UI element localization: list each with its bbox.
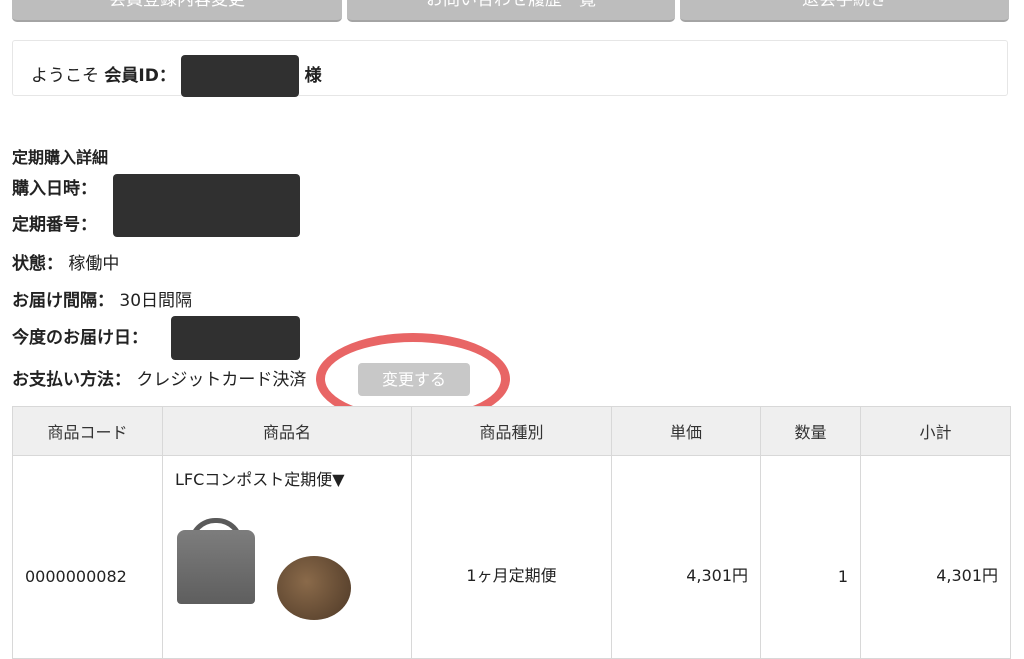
table-row: 0000000082 LFCコンポスト定期便▼ 1ヶ月定期便 4,301円 1 … <box>12 455 1011 659</box>
welcome-prefix: ようこそ <box>31 66 99 86</box>
product-type: 1ヶ月定期便 <box>466 566 557 585</box>
interval-label: お届け間隔： <box>12 291 114 311</box>
cell-unit-price: 4,301円 <box>611 455 761 659</box>
welcome-suffix: 様 <box>304 66 322 86</box>
items-table: 商品コード 商品名 商品種別 単価 数量 小計 0000000082 LFCコン… <box>12 406 1011 659</box>
status-row: 状態： 稼働中 <box>12 252 119 276</box>
order-number-label: 定期番号： <box>12 215 97 235</box>
header-product-name: 商品名 <box>162 406 412 456</box>
next-delivery-label: 今度のお届け日： <box>12 328 148 348</box>
purchase-date-row: 購入日時： <box>12 177 97 201</box>
nav-withdraw-button[interactable]: 退会手続き <box>680 0 1009 22</box>
tote-bag-image <box>177 530 255 604</box>
header-unit-price: 単価 <box>611 406 761 456</box>
payment-row: お支払い方法： クレジットカード決済 <box>12 368 306 392</box>
welcome-text: ようこそ 会員ID： 様 <box>31 55 322 97</box>
member-id-label: 会員ID： <box>104 66 176 86</box>
section-title: 定期購入詳細 <box>12 148 109 167</box>
subtotal: 4,301円 <box>936 566 998 585</box>
header-product-type: 商品種別 <box>411 406 612 456</box>
unit-price: 4,301円 <box>686 566 748 585</box>
cell-subtotal: 4,301円 <box>860 455 1011 659</box>
status-label: 状態： <box>12 254 63 274</box>
cell-product-type: 1ヶ月定期便 <box>411 455 612 659</box>
next-delivery-redaction <box>171 316 300 360</box>
table-header-row: 商品コード 商品名 商品種別 単価 数量 小計 <box>12 406 1011 456</box>
header-subtotal: 小計 <box>860 406 1011 456</box>
nav-member-edit-button[interactable]: 会員登録内容変更 <box>12 0 342 22</box>
payment-value: クレジットカード決済 <box>136 370 307 390</box>
cell-product-name: LFCコンポスト定期便▼ <box>162 455 412 659</box>
date-order-redaction <box>113 174 300 237</box>
interval-value: 30日間隔 <box>119 291 193 311</box>
purchase-date-label: 購入日時： <box>12 179 97 199</box>
quantity: 1 <box>837 567 848 586</box>
interval-row: お届け間隔： 30日間隔 <box>12 289 192 313</box>
next-delivery-row: 今度のお届け日： <box>12 326 148 350</box>
change-payment-button[interactable]: 変更する <box>358 363 470 396</box>
order-number-row: 定期番号： <box>12 213 97 237</box>
welcome-box: ようこそ 会員ID： 様 <box>12 40 1008 97</box>
header-quantity: 数量 <box>760 406 861 456</box>
top-navigation: 会員登録内容変更 お問い合わせ履歴一覧 退会手続き <box>12 0 1010 22</box>
member-id-redaction <box>181 55 300 97</box>
dog-image <box>277 556 351 620</box>
product-name-link[interactable]: LFCコンポスト定期便▼ <box>175 466 345 490</box>
payment-label: お支払い方法： <box>12 370 131 390</box>
product-code: 0000000082 <box>25 567 127 586</box>
nav-inquiry-history-button[interactable]: お問い合わせ履歴一覧 <box>347 0 675 22</box>
cell-quantity: 1 <box>760 455 861 659</box>
status-value: 稼働中 <box>68 254 120 274</box>
header-product-code: 商品コード <box>12 406 163 456</box>
cell-product-code: 0000000082 <box>12 455 163 659</box>
